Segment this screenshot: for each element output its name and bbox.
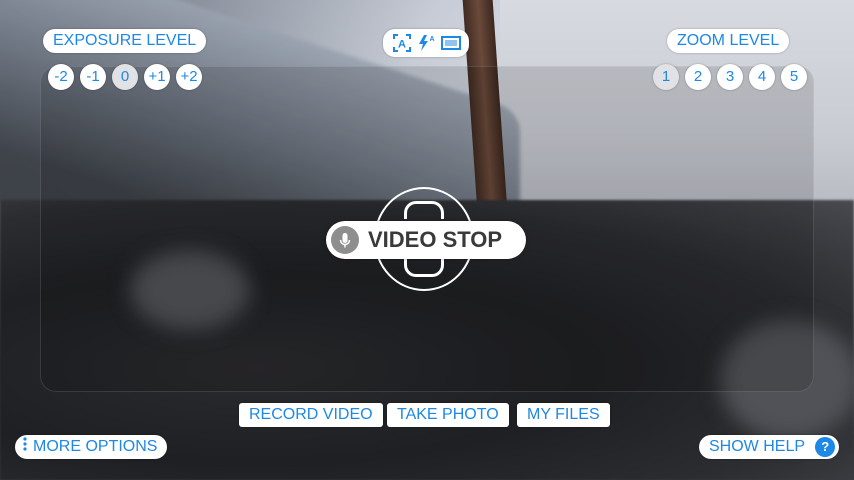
record-video-button[interactable]: RECORD VIDEO <box>239 403 383 427</box>
more-vert-icon <box>23 435 27 459</box>
aspect-ratio-icon[interactable] <box>440 33 462 58</box>
svg-text:A: A <box>429 36 434 43</box>
exposure-level-option[interactable]: +1 <box>144 64 170 90</box>
exposure-level-option[interactable]: -2 <box>48 64 74 90</box>
zoom-level-option[interactable]: 4 <box>749 64 775 90</box>
more-options-label: MORE OPTIONS <box>33 438 158 456</box>
zoom-level-option[interactable]: 5 <box>781 64 807 90</box>
exposure-level-option[interactable]: -1 <box>80 64 106 90</box>
auto-focus-icon[interactable]: A <box>392 33 412 58</box>
zoom-level-option-selected[interactable]: 1 <box>653 64 679 90</box>
exposure-level-option[interactable]: +2 <box>176 64 202 90</box>
exposure-level-title: EXPOSURE LEVEL <box>43 29 207 53</box>
more-options-button[interactable]: MORE OPTIONS <box>15 435 168 459</box>
video-stop-label: VIDEO STOP <box>368 227 503 252</box>
show-help-button[interactable]: SHOW HELP ? <box>699 435 840 459</box>
help-icon: ? <box>815 436 836 457</box>
take-photo-button[interactable]: TAKE PHOTO <box>387 403 509 427</box>
show-help-label: SHOW HELP <box>709 438 805 455</box>
camera-mode-icons[interactable]: A A <box>383 29 469 57</box>
focus-bracket-top <box>404 201 444 219</box>
microphone-icon <box>331 226 359 254</box>
my-files-button[interactable]: MY FILES <box>517 403 610 427</box>
flash-auto-icon[interactable]: A <box>416 33 436 58</box>
video-stop-button[interactable]: VIDEO STOP <box>326 221 526 259</box>
svg-text:A: A <box>398 39 406 51</box>
exposure-level-option-selected[interactable]: 0 <box>112 64 138 90</box>
zoom-level-option[interactable]: 3 <box>717 64 743 90</box>
camera-screen: EXPOSURE LEVEL -2 -1 0 +1 +2 A A ZOOM LE… <box>0 0 854 480</box>
focus-bracket-bottom <box>404 259 444 277</box>
zoom-level-title: ZOOM LEVEL <box>667 29 790 53</box>
zoom-level-option[interactable]: 2 <box>685 64 711 90</box>
